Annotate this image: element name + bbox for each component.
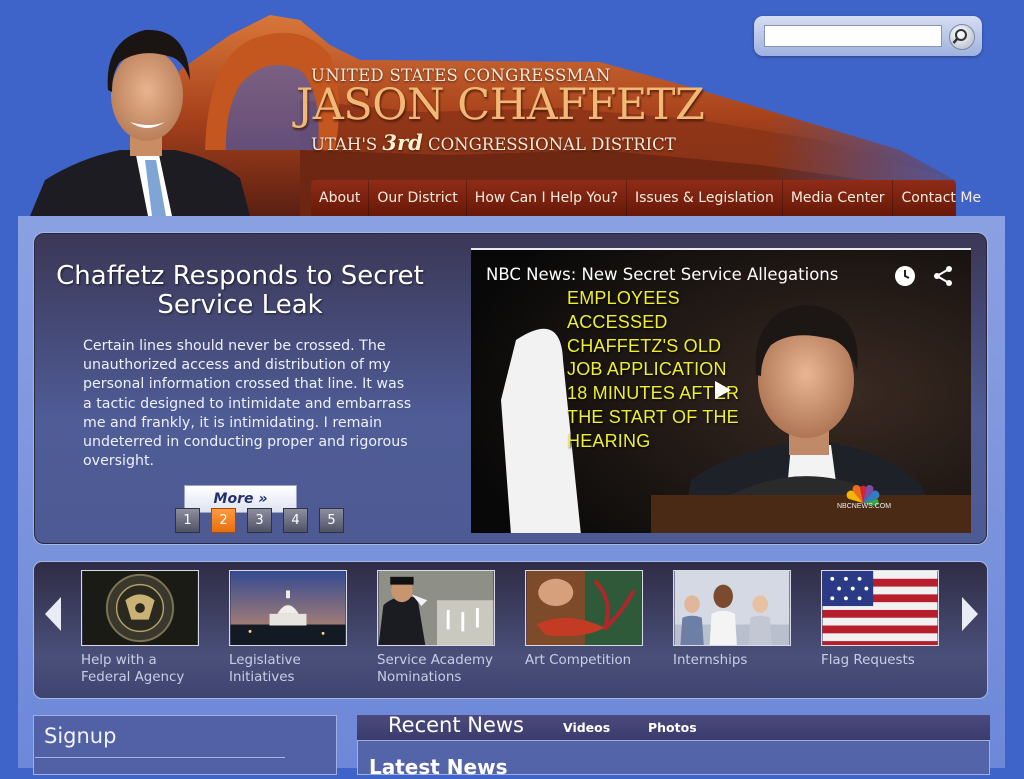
nav-item-about[interactable]: About (311, 180, 370, 216)
quick-link-flag-requests[interactable]: Flag Requests (821, 570, 941, 669)
carousel-next-arrow-icon[interactable] (958, 595, 982, 633)
pager-dot-1[interactable]: 1 (175, 508, 200, 533)
play-icon[interactable] (701, 373, 741, 407)
video-caption-line: CHAFFETZ'S OLD (567, 335, 722, 356)
site-header: UNITED STATES CONGRESSMAN JASON CHAFFETZ… (0, 0, 1024, 216)
header-district-suffix: CONGRESSIONAL DISTRICT (428, 135, 676, 154)
main-nav: About Our District How Can I Help You? I… (311, 180, 981, 216)
quick-link-label: Art Competition (525, 653, 632, 668)
video-caption-line: THE START OF THE (567, 406, 739, 427)
header-district-prefix: UTAH'S (311, 135, 378, 154)
students-image-icon (673, 570, 791, 646)
video-caption-line: HEARING (567, 430, 651, 451)
video-caption-line: ACCESSED (567, 311, 668, 332)
pager-dot-3[interactable]: 3 (247, 508, 272, 533)
tab-recent-news[interactable]: Recent News (388, 713, 524, 737)
video-watermark: NBCNEWS.COM (837, 503, 892, 510)
signup-title: Signup (44, 724, 117, 748)
search-icon (952, 29, 967, 44)
latest-news-heading: Latest News (369, 755, 508, 779)
search-input[interactable] (764, 25, 942, 47)
pager-dot-2[interactable]: 2 (211, 508, 236, 533)
pager-dot-4[interactable]: 4 (283, 508, 308, 533)
watch-later-icon[interactable] (893, 264, 917, 288)
quick-link-label: Help with a Federal Agency (81, 653, 185, 685)
video-title: NBC News: New Secret Service Allegations (486, 265, 839, 284)
video-caption-line: EMPLOYEES (567, 288, 680, 308)
nav-item-media-center[interactable]: Media Center (783, 180, 894, 216)
pager-dot-5[interactable]: 5 (319, 508, 344, 533)
quick-link-internships[interactable]: Internships (673, 570, 793, 669)
search-button[interactable] (949, 24, 975, 50)
federal-seal-icon (81, 570, 199, 646)
more-button[interactable]: More » (184, 485, 297, 513)
feature-title: Chaffetz Responds to Secret Service Leak (56, 261, 424, 320)
quick-link-label: Internships (673, 653, 748, 668)
nav-item-how-can-i-help[interactable]: How Can I Help You? (467, 180, 627, 216)
quick-link-federal-agency[interactable]: Help with a Federal Agency (81, 570, 201, 686)
capitol-image-icon (229, 570, 347, 646)
header-district-ordinal: 3rd (382, 130, 423, 155)
nav-item-contact-me[interactable]: Contact Me (893, 180, 989, 216)
video-caption-overlay: EMPLOYEES ACCESSED CHAFFETZ'S OLD JOB AP… (567, 287, 739, 454)
art-painting-image-icon (525, 570, 643, 646)
nav-item-issues-legislation[interactable]: Issues & Legislation (627, 180, 783, 216)
tab-photos[interactable]: Photos (648, 720, 697, 735)
nav-item-our-district[interactable]: Our District (369, 180, 467, 216)
header-congressman-name: JASON CHAFFETZ (296, 80, 705, 130)
quick-link-legislative-initiatives[interactable]: Legislative Initiatives (229, 570, 349, 686)
feature-text: Certain lines should never be crossed. T… (83, 338, 412, 470)
quick-link-label: Legislative Initiatives (229, 653, 301, 685)
carousel-prev-arrow-icon[interactable] (41, 595, 65, 633)
quick-link-label: Flag Requests (821, 653, 915, 668)
share-icon[interactable] (931, 264, 955, 288)
soldier-salute-image-icon (377, 570, 495, 646)
search-box (754, 16, 982, 56)
header-district: UTAH'S 3rd CONGRESSIONAL DISTRICT (311, 130, 676, 155)
signup-divider (35, 757, 285, 758)
quick-link-art-competition[interactable]: Art Competition (525, 570, 645, 669)
tab-videos[interactable]: Videos (563, 720, 610, 735)
quick-link-service-academy[interactable]: Service Academy Nominations (377, 570, 497, 686)
american-flag-icon (821, 570, 939, 646)
quick-link-label: Service Academy Nominations (377, 653, 493, 685)
